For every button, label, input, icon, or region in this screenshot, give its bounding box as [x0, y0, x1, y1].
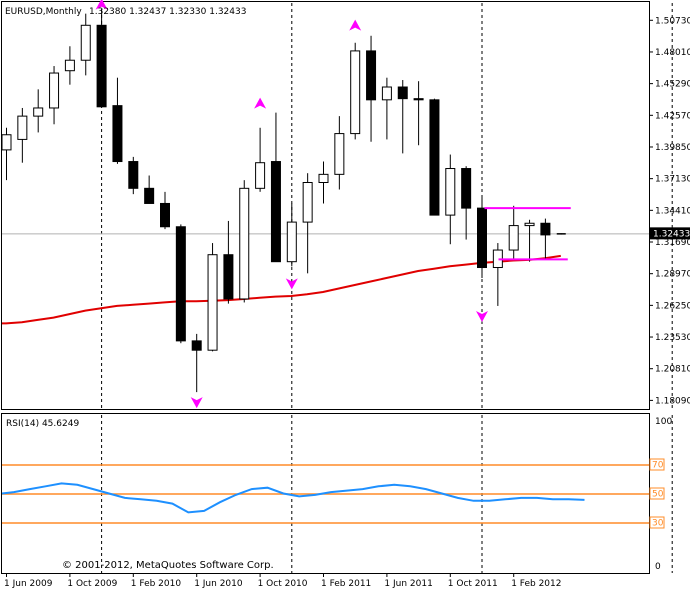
ohlc-label: 1.32380 1.32437 1.32330 1.32433: [89, 7, 246, 17]
candle-body: [381, 86, 392, 101]
candle-body: [33, 107, 44, 117]
candle-body: [477, 207, 487, 269]
time-tick-label: 1 Feb 2010: [131, 579, 182, 589]
candle-11: [175, 224, 186, 344]
candle-body: [175, 226, 186, 342]
candle-body: [413, 98, 424, 101]
candle-body: [191, 340, 202, 351]
candle-8: [128, 156, 139, 195]
time-tick-label: 1 Feb 2011: [321, 579, 371, 589]
candle-body: [17, 115, 28, 140]
candle-body: [255, 162, 266, 189]
candle-22: [350, 42, 361, 140]
candle-body: [461, 168, 472, 209]
time-tick-label: 1 Oct 2010: [258, 579, 308, 589]
rsi-level-label: 70: [652, 461, 664, 471]
price-tick-label: 1.50730: [655, 16, 690, 26]
candle-body: [64, 59, 75, 72]
candle-body: [302, 182, 313, 223]
price-tick-label: 1.28970: [655, 270, 690, 280]
candle-body: [1, 134, 12, 151]
rsi-level-label: 30: [652, 519, 664, 529]
candle-body: [286, 221, 297, 263]
price-tick-label: 1.18090: [655, 396, 690, 406]
time-tick-label: 1 Jun 2009: [4, 579, 53, 589]
candle-15: [239, 180, 250, 303]
candle-body: [508, 225, 519, 251]
candle-6: [96, 11, 107, 108]
rsi-level-label: 50: [652, 490, 664, 500]
candle-body: [334, 133, 345, 175]
rsi-axis-tick-label: 0: [655, 562, 661, 572]
candle-13: [207, 243, 218, 352]
time-tick-label: 1 Oct 2009: [67, 579, 117, 589]
time-tick-label: 1 Feb 2012: [511, 579, 561, 589]
candle-body: [112, 105, 123, 163]
price-tick-label: 1.48010: [655, 48, 690, 58]
price-tick-label: 1.23530: [655, 333, 690, 343]
candle-body: [366, 50, 377, 101]
rsi-axis-tick-label: 100: [655, 417, 672, 427]
price-tick-label: 1.42570: [655, 111, 690, 121]
candle-body: [350, 50, 361, 135]
candle-body: [49, 72, 60, 109]
rsi-title: RSI(14) 45.6249: [6, 419, 79, 429]
price-tick-label: 1.39850: [655, 143, 690, 153]
time-tick-label: 1 Oct 2011: [448, 579, 498, 589]
candle-body: [96, 24, 107, 108]
candle-body: [397, 86, 408, 100]
candle-body: [445, 168, 456, 216]
candle-body: [207, 254, 218, 351]
price-tick-label: 1.34410: [655, 206, 690, 216]
time-tick-label: 1 Jun 2010: [194, 579, 243, 589]
candle-body: [144, 187, 155, 204]
chart-canvas: 1.50730 1.48010 1.45290 1.42570 1.39850 1.371…: [0, 0, 690, 591]
candle-body: [128, 161, 139, 189]
price-tick-label: 1.26250: [655, 301, 690, 311]
candle-35: [556, 233, 566, 235]
candle-body: [540, 222, 551, 236]
time-tick-label: 1 Jun 2011: [384, 579, 432, 589]
candle-body: [239, 187, 250, 300]
candle-body: [160, 202, 170, 228]
candle-body: [80, 24, 91, 61]
candle-body: [270, 161, 281, 263]
copyright-text: © 2001-2012, MetaQuotes Software Corp.: [62, 560, 274, 571]
candle-body: [223, 254, 234, 300]
candle-27: [429, 98, 440, 216]
price-tick-label: 1.37130: [655, 175, 690, 185]
price-tick-label: 1.31690: [655, 238, 690, 248]
price-tick-label: 1.20810: [655, 365, 690, 375]
candle-body: [429, 99, 440, 216]
current-price-label: 1.32433: [653, 229, 690, 239]
price-tick-label: 1.45290: [655, 80, 690, 90]
candle-body: [524, 222, 535, 227]
symbol-label: EURUSD,Monthly: [5, 7, 82, 17]
candle-body: [318, 173, 329, 184]
